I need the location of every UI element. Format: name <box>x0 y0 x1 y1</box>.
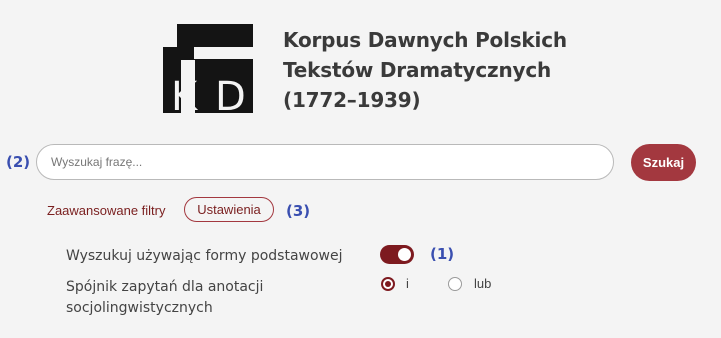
title-line-2: Tekstów Dramatycznych <box>283 58 552 82</box>
radio-and[interactable] <box>381 277 395 291</box>
settings-button[interactable]: Ustawienia <box>184 197 274 222</box>
radio-or-label: lub <box>474 276 492 291</box>
svg-text:D: D <box>215 74 246 113</box>
search-input[interactable] <box>36 144 614 180</box>
radio-and-label: i <box>406 276 409 291</box>
advanced-filters-link[interactable]: Zaawansowane filtry <box>47 203 166 218</box>
ktd-logo: K D <box>163 24 253 113</box>
annotation-2: (2) <box>6 153 31 171</box>
base-form-toggle[interactable] <box>380 245 414 264</box>
base-form-label: Wyszukuj używając formy podstawowej <box>66 248 343 264</box>
page-title: Korpus Dawnych Polskich Tekstów Dramatyc… <box>283 25 603 115</box>
toggle-knob <box>398 248 411 261</box>
annotation-1: (1) <box>430 245 455 263</box>
conjunction-label: Spójnik zapytań dla anotacji socjolingwi… <box>66 277 263 319</box>
radio-or[interactable] <box>448 277 462 291</box>
conjunction-label-line-1: Spójnik zapytań dla anotacji <box>66 279 264 295</box>
svg-text:K: K <box>171 74 199 113</box>
title-line-1: Korpus Dawnych Polskich <box>283 28 567 52</box>
search-button[interactable]: Szukaj <box>631 144 696 181</box>
title-line-3: (1772–1939) <box>283 88 421 112</box>
annotation-3: (3) <box>286 202 311 220</box>
conjunction-label-line-2: socjolingwistycznych <box>66 300 213 316</box>
